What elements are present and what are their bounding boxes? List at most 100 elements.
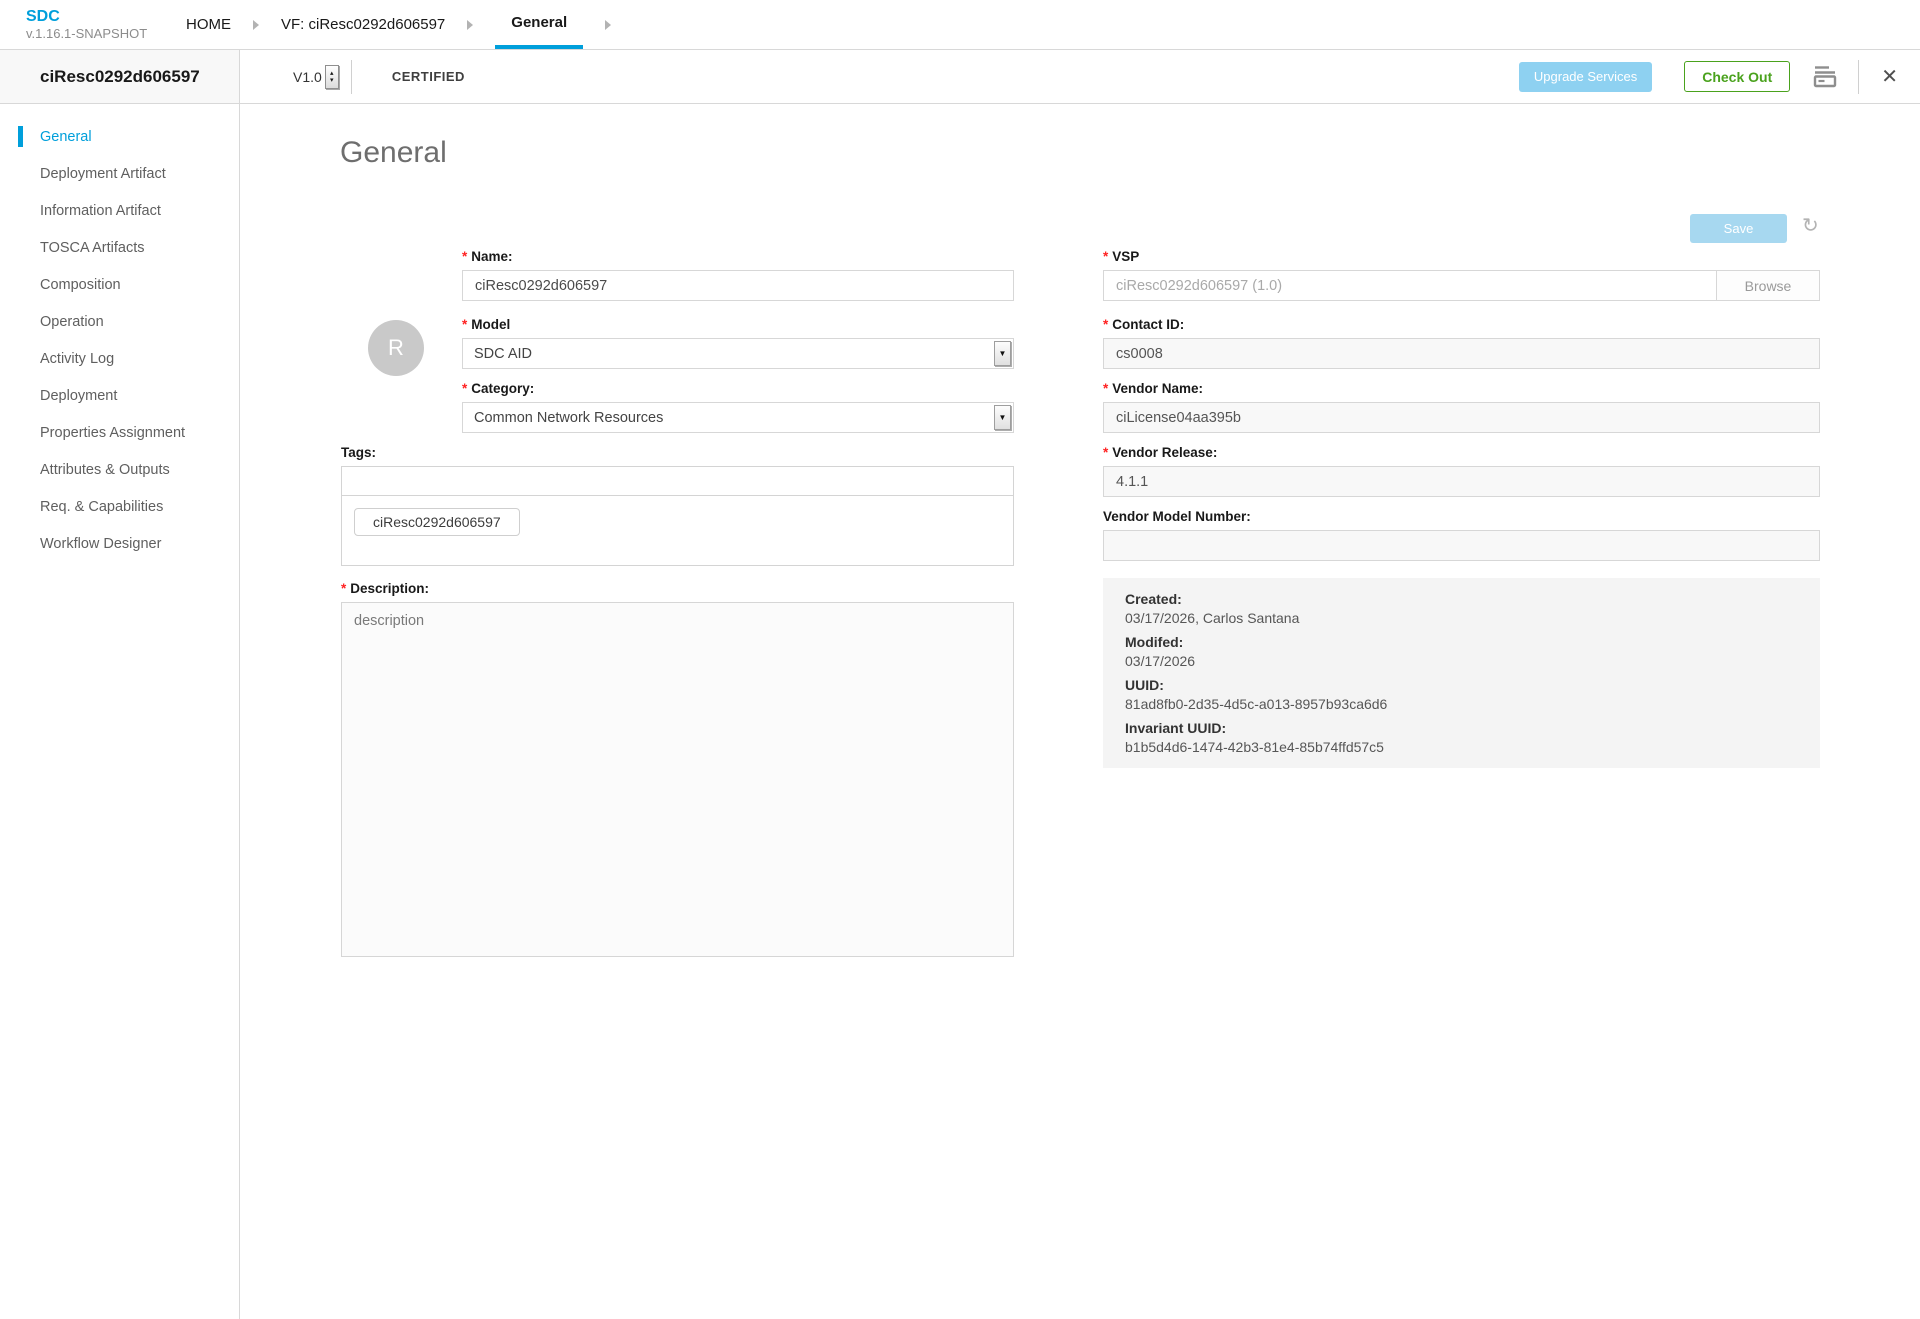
breadcrumb-vf[interactable]: VF: ciResc0292d606597 bbox=[281, 16, 445, 33]
vendor-model-number-label: Vendor Model Number: bbox=[1103, 508, 1820, 525]
top-nav: SDC v.1.16.1-SNAPSHOT HOME VF: ciResc029… bbox=[0, 0, 1920, 50]
created-value: 03/17/2026, Carlos Santana bbox=[1125, 609, 1798, 628]
model-value: SDC AID bbox=[474, 346, 532, 362]
vendor-release-input[interactable] bbox=[1103, 466, 1820, 497]
browse-button[interactable]: Browse bbox=[1716, 271, 1819, 300]
sidebar-item-information-artifact[interactable]: Information Artifact bbox=[0, 192, 239, 229]
vendor-name-input[interactable] bbox=[1103, 402, 1820, 433]
chevron-right-icon bbox=[467, 20, 473, 30]
contact-id-input[interactable] bbox=[1103, 338, 1820, 369]
sidebar-item-activity-log[interactable]: Activity Log bbox=[0, 340, 239, 377]
select-caret-icon: ▼ bbox=[994, 405, 1011, 430]
spinner-up-icon: ▴ bbox=[330, 70, 334, 77]
vsp-label: *VSP bbox=[1103, 248, 1820, 265]
description-field-group: *Description: description bbox=[341, 580, 1014, 962]
vendor-name-field-group: *Vendor Name: bbox=[1103, 380, 1820, 433]
vsp-input: ciResc0292d606597 (1.0) Browse bbox=[1103, 270, 1820, 301]
breadcrumb-home[interactable]: HOME bbox=[186, 16, 231, 33]
vsp-value: ciResc0292d606597 (1.0) bbox=[1104, 278, 1716, 294]
general-form: General Save ↻ R *Name: *Model SDC AID ▼… bbox=[240, 104, 1920, 1319]
sidebar-item-general[interactable]: General bbox=[0, 118, 239, 155]
sidebar-item-operation[interactable]: Operation bbox=[0, 303, 239, 340]
close-icon[interactable]: ✕ bbox=[1881, 67, 1898, 87]
modified-label: Modifed: bbox=[1125, 633, 1798, 652]
required-marker: * bbox=[1103, 381, 1108, 396]
sdc-app: SDC v.1.16.1-SNAPSHOT HOME VF: ciResc029… bbox=[0, 0, 1920, 1319]
invariant-uuid-label: Invariant UUID: bbox=[1125, 719, 1798, 738]
required-marker: * bbox=[341, 581, 346, 596]
category-value: Common Network Resources bbox=[474, 410, 663, 426]
name-input[interactable] bbox=[462, 270, 1014, 301]
model-field-group: *Model SDC AID ▼ bbox=[462, 316, 1014, 369]
model-select[interactable]: SDC AID ▼ bbox=[462, 338, 1014, 369]
divider bbox=[1858, 60, 1859, 94]
app-logo: SDC v.1.16.1-SNAPSHOT bbox=[0, 8, 186, 41]
tags-input[interactable] bbox=[342, 467, 1013, 496]
divider bbox=[351, 60, 352, 94]
resource-title-box: ciResc0292d606597 bbox=[0, 50, 240, 103]
required-marker: * bbox=[1103, 317, 1108, 332]
category-label: *Category: bbox=[462, 380, 1014, 397]
model-label: *Model bbox=[462, 316, 1014, 333]
sidebar-item-tosca-artifacts[interactable]: TOSCA Artifacts bbox=[0, 229, 239, 266]
sidebar-item-attributes-outputs[interactable]: Attributes & Outputs bbox=[0, 451, 239, 488]
category-field-group: *Category: Common Network Resources ▼ bbox=[462, 380, 1014, 433]
resource-title: ciResc0292d606597 bbox=[40, 67, 200, 87]
contact-id-field-group: *Contact ID: bbox=[1103, 316, 1820, 369]
required-marker: * bbox=[462, 249, 467, 264]
check-out-button[interactable]: Check Out bbox=[1684, 61, 1790, 92]
description-label: *Description: bbox=[341, 580, 1014, 597]
sidebar-item-composition[interactable]: Composition bbox=[0, 266, 239, 303]
upgrade-services-button[interactable]: Upgrade Services bbox=[1519, 62, 1652, 92]
tab-general[interactable]: General bbox=[495, 0, 583, 49]
chevron-right-icon bbox=[253, 20, 259, 30]
avatar: R bbox=[368, 320, 424, 376]
sidebar-item-deployment-artifact[interactable]: Deployment Artifact bbox=[0, 155, 239, 192]
spinner-down-icon: ▾ bbox=[330, 77, 334, 84]
sidebar: General Deployment Artifact Information … bbox=[0, 104, 240, 1319]
vendor-release-field-group: *Vendor Release: bbox=[1103, 444, 1820, 497]
app-version: v.1.16.1-SNAPSHOT bbox=[26, 26, 186, 41]
sidebar-item-deployment[interactable]: Deployment bbox=[0, 377, 239, 414]
name-field-group: *Name: bbox=[462, 248, 1014, 301]
tags-label: Tags: bbox=[341, 444, 1014, 461]
vendor-release-label: *Vendor Release: bbox=[1103, 444, 1820, 461]
select-caret-icon: ▼ bbox=[994, 341, 1011, 366]
contact-id-label: *Contact ID: bbox=[1103, 316, 1820, 333]
page-title: General bbox=[340, 136, 447, 170]
header-bar: ciResc0292d606597 V1.0 ▴ ▾ CERTIFIED Upg… bbox=[0, 50, 1920, 104]
app-name: SDC bbox=[26, 8, 186, 26]
header-actions: Upgrade Services Check Out ✕ bbox=[1519, 60, 1920, 94]
chevron-right-icon bbox=[605, 20, 611, 30]
sidebar-item-properties-assignment[interactable]: Properties Assignment bbox=[0, 414, 239, 451]
vendor-name-label: *Vendor Name: bbox=[1103, 380, 1820, 397]
tags-field-group: Tags: ciResc0292d606597 bbox=[341, 444, 1014, 566]
vendor-model-number-input[interactable] bbox=[1103, 530, 1820, 561]
refresh-icon[interactable]: ↻ bbox=[1802, 213, 1819, 238]
vendor-model-number-field-group: Vendor Model Number: bbox=[1103, 508, 1820, 561]
tag-chip[interactable]: ciResc0292d606597 bbox=[354, 508, 520, 536]
version-spinner[interactable]: ▴ ▾ bbox=[325, 65, 339, 89]
vsp-field-group: *VSP ciResc0292d606597 (1.0) Browse bbox=[1103, 248, 1820, 301]
required-marker: * bbox=[462, 317, 467, 332]
save-button[interactable]: Save bbox=[1690, 214, 1787, 243]
tags-container: ciResc0292d606597 bbox=[341, 466, 1014, 566]
tags-list: ciResc0292d606597 bbox=[342, 496, 1013, 565]
print-icon[interactable] bbox=[1812, 64, 1838, 89]
required-marker: * bbox=[1103, 445, 1108, 460]
sidebar-item-req-capabilities[interactable]: Req. & Capabilities bbox=[0, 488, 239, 525]
created-label: Created: bbox=[1125, 590, 1798, 609]
name-label: *Name: bbox=[462, 248, 1014, 265]
version-value: V1.0 bbox=[293, 69, 322, 85]
breadcrumb: HOME VF: ciResc0292d606597 General bbox=[186, 0, 633, 49]
metadata-panel: Created: 03/17/2026, Carlos Santana Modi… bbox=[1103, 578, 1820, 768]
uuid-value: 81ad8fb0-2d35-4d5c-a013-8957b93ca6d6 bbox=[1125, 695, 1798, 714]
uuid-label: UUID: bbox=[1125, 676, 1798, 695]
invariant-uuid-value: b1b5d4d6-1474-42b3-81e4-85b74ffd57c5 bbox=[1125, 738, 1798, 757]
required-marker: * bbox=[462, 381, 467, 396]
version-selector[interactable]: V1.0 ▴ ▾ bbox=[293, 65, 339, 89]
sidebar-item-workflow-designer[interactable]: Workflow Designer bbox=[0, 525, 239, 562]
description-textarea[interactable]: description bbox=[341, 602, 1014, 957]
category-select[interactable]: Common Network Resources ▼ bbox=[462, 402, 1014, 433]
required-marker: * bbox=[1103, 249, 1108, 264]
